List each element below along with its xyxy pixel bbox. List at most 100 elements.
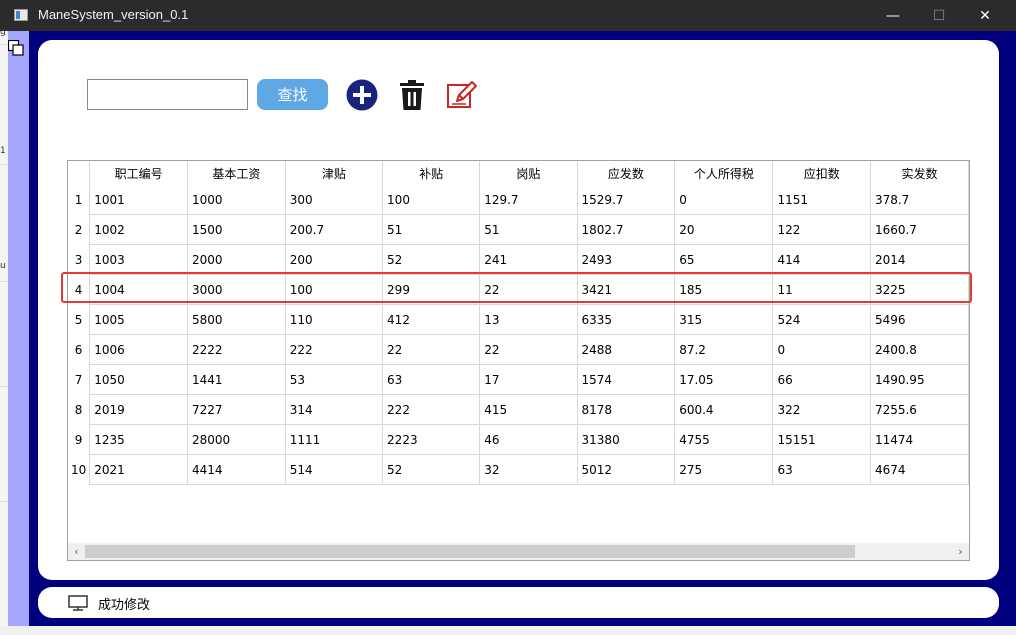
table-row[interactable]: 8 2019 7227 314 222 415 8178 600.4 322 7255.6 <box>68 394 969 425</box>
table-row[interactable]: 10 2021 4414 514 52 32 5012 275 63 4674 <box>68 454 969 485</box>
table-row[interactable]: 1 1001 1000 300 100 129.7 1529.7 0 1151 378.7 <box>68 185 969 215</box>
table-row[interactable]: 3 1003 2000 200 52 241 2493 65 414 2014 <box>68 244 969 275</box>
table-row[interactable]: 5 1005 5800 110 412 13 6335 315 524 5496 <box>68 304 969 335</box>
table-cell[interactable]: 5800 <box>187 304 286 335</box>
row-number[interactable]: 3 <box>68 244 91 275</box>
row-number[interactable]: 1 <box>68 185 91 215</box>
table-cell[interactable]: 222 <box>382 394 481 425</box>
table-cell[interactable]: 1050 <box>89 364 188 395</box>
table-cell[interactable]: 1002 <box>89 214 188 245</box>
table-row[interactable]: 2 1002 1500 200.7 51 51 1802.7 20 122 1660.7 <box>68 214 969 245</box>
table-cell[interactable]: 200 <box>285 244 384 275</box>
table-cell[interactable]: 1003 <box>89 244 188 275</box>
search-button[interactable]: 查找 <box>257 79 328 110</box>
table-cell[interactable]: 51 <box>479 214 578 245</box>
table-cell[interactable]: 52 <box>382 244 481 275</box>
table-cell[interactable]: 1490.95 <box>870 364 969 395</box>
table-cell[interactable]: 1006 <box>89 334 188 365</box>
table-cell[interactable]: 15151 <box>772 424 871 455</box>
table-cell[interactable]: 5496 <box>870 304 969 335</box>
column-header[interactable]: 应扣数 <box>772 161 871 185</box>
table-cell[interactable]: 1802.7 <box>577 214 676 245</box>
table-cell[interactable]: 1235 <box>89 424 188 455</box>
close-button[interactable]: ✕ <box>962 0 1008 31</box>
row-number[interactable]: 10 <box>68 454 91 485</box>
table-row[interactable]: 9 1235 28000 1111 2223 46 31380 4755 15151 11474 <box>68 424 969 455</box>
copy-icon[interactable] <box>8 40 24 56</box>
table-cell[interactable]: 314 <box>285 394 384 425</box>
table-cell[interactable]: 2019 <box>89 394 188 425</box>
table-cell[interactable]: 6335 <box>577 304 676 335</box>
table-cell[interactable]: 2021 <box>89 454 188 485</box>
table-cell[interactable]: 22 <box>479 334 578 365</box>
table-cell[interactable]: 600.4 <box>674 394 774 425</box>
data-table[interactable]: 职工编号 基本工资 津贴 补贴 岗贴 应发数 个人所得税 应扣数 实发数 1 10… <box>67 160 970 561</box>
table-cell[interactable]: 1151 <box>772 185 871 215</box>
column-header[interactable]: 应发数 <box>577 161 676 185</box>
table-cell[interactable]: 1005 <box>89 304 188 335</box>
table-cell[interactable]: 31380 <box>577 424 676 455</box>
table-cell[interactable]: 28000 <box>187 424 286 455</box>
column-header[interactable]: 职工编号 <box>89 161 188 185</box>
horizontal-scrollbar[interactable]: ‹ › <box>68 543 969 560</box>
table-cell[interactable]: 1000 <box>187 185 286 215</box>
table-cell[interactable]: 122 <box>772 214 871 245</box>
table-cell[interactable]: 4755 <box>674 424 774 455</box>
table-cell[interactable]: 52 <box>382 454 481 485</box>
table-cell[interactable]: 7227 <box>187 394 286 425</box>
table-cell[interactable]: 2400.8 <box>870 334 969 365</box>
table-cell[interactable]: 315 <box>674 304 774 335</box>
table-cell[interactable]: 8178 <box>577 394 676 425</box>
table-cell[interactable]: 2488 <box>577 334 676 365</box>
table-cell[interactable]: 4674 <box>870 454 969 485</box>
table-cell[interactable]: 66 <box>772 364 871 395</box>
table-cell[interactable]: 1660.7 <box>870 214 969 245</box>
row-number[interactable]: 7 <box>68 364 91 395</box>
column-header[interactable]: 基本工资 <box>187 161 286 185</box>
table-cell[interactable]: 129.7 <box>479 185 578 215</box>
table-cell[interactable]: 63 <box>382 364 481 395</box>
table-cell[interactable]: 1529.7 <box>577 185 676 215</box>
table-cell[interactable]: 1111 <box>285 424 384 455</box>
column-header[interactable]: 实发数 <box>870 161 969 185</box>
table-cell[interactable]: 2493 <box>577 244 676 275</box>
scroll-left-button[interactable]: ‹ <box>68 543 85 560</box>
table-cell[interactable]: 4414 <box>187 454 286 485</box>
row-number[interactable]: 6 <box>68 334 91 365</box>
table-cell[interactable]: 1574 <box>577 364 676 395</box>
delete-button[interactable] <box>395 77 429 113</box>
column-header[interactable]: 补贴 <box>382 161 481 185</box>
table-cell[interactable]: 0 <box>772 334 871 365</box>
edit-button[interactable] <box>445 77 479 113</box>
table-cell[interactable]: 46 <box>479 424 578 455</box>
table-cell[interactable]: 2222 <box>187 334 286 365</box>
scroll-right-button[interactable]: › <box>952 543 969 560</box>
table-cell[interactable]: 17.05 <box>674 364 774 395</box>
table-cell[interactable]: 2223 <box>382 424 481 455</box>
row-number[interactable]: 2 <box>68 214 91 245</box>
table-cell[interactable]: 0 <box>674 185 774 215</box>
maximize-button[interactable]: ☐ <box>916 0 962 31</box>
table-cell[interactable]: 100 <box>382 185 481 215</box>
table-cell[interactable]: 222 <box>285 334 384 365</box>
row-number[interactable]: 5 <box>68 304 91 335</box>
table-cell[interactable]: 514 <box>285 454 384 485</box>
table-cell[interactable]: 412 <box>382 304 481 335</box>
table-cell[interactable]: 17 <box>479 364 578 395</box>
table-cell[interactable]: 2014 <box>870 244 969 275</box>
add-button[interactable] <box>345 77 379 113</box>
table-row[interactable]: 6 1006 2222 222 22 22 2488 87.2 0 2400.8 <box>68 334 969 365</box>
table-cell[interactable]: 378.7 <box>870 185 969 215</box>
table-cell[interactable]: 5012 <box>577 454 676 485</box>
table-cell[interactable]: 7255.6 <box>870 394 969 425</box>
table-cell[interactable]: 22 <box>382 334 481 365</box>
table-cell[interactable]: 20 <box>674 214 774 245</box>
column-header[interactable]: 津贴 <box>285 161 384 185</box>
scrollbar-thumb[interactable] <box>85 545 855 558</box>
table-cell[interactable]: 51 <box>382 214 481 245</box>
table-cell[interactable]: 53 <box>285 364 384 395</box>
table-cell[interactable]: 241 <box>479 244 578 275</box>
column-header[interactable]: 岗贴 <box>479 161 578 185</box>
table-cell[interactable]: 1001 <box>89 185 188 215</box>
table-cell[interactable]: 13 <box>479 304 578 335</box>
